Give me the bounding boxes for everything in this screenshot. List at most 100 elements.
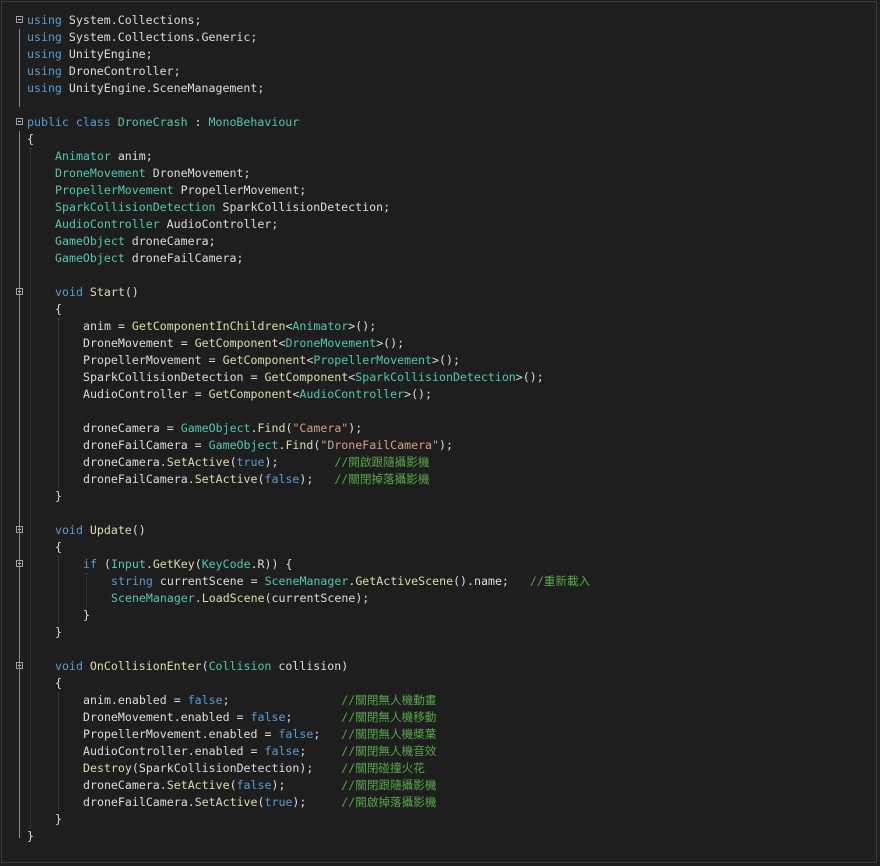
code-line[interactable]: } [0,828,880,845]
code-token: ); [439,438,453,452]
code-token: ( [257,472,265,486]
code-line[interactable]: string currentScene = SceneManager.GetAc… [0,573,880,590]
code-line[interactable] [0,403,880,420]
code-line[interactable]: anim.enabled = false; //關閉無人機動畫 [0,692,880,709]
code-token: droneFailCamera. [83,795,195,809]
code-token: >(); [432,353,460,367]
code-line[interactable]: Animator anim; [0,148,880,165]
code-token: MonoBehaviour [208,115,300,129]
code-token: Animator [55,149,111,163]
code-line[interactable]: using DroneController; [0,63,880,80]
code-token: //關閉無人機音效 [341,744,437,758]
code-line[interactable]: if (Input.GetKey(KeyCode.R)) { [0,556,880,573]
code-line[interactable]: { [0,539,880,556]
code-token: ; [285,710,342,724]
code-line[interactable]: } [0,488,880,505]
code-line[interactable]: droneCamera.SetActive(true); //開啟跟隨攝影機 [0,454,880,471]
code-line[interactable]: SparkCollisionDetection = GetComponent<S… [0,369,880,386]
code-line[interactable] [0,267,880,284]
code-line[interactable]: } [0,624,880,641]
code-text: DroneMovement.enabled = false; //關閉無人機移動 [83,709,436,726]
code-token: >(); [515,370,544,384]
code-token: SetActive [166,778,230,792]
code-line[interactable]: { [0,301,880,318]
code-line[interactable]: DroneMovement = GetComponent<DroneMoveme… [0,335,880,352]
code-line[interactable]: void OnCollisionEnter(Collision collisio… [0,658,880,675]
code-token: >(); [348,319,377,333]
code-line[interactable]: } [0,607,880,624]
code-text: } [55,488,62,505]
code-line[interactable]: DroneMovement.enabled = false; //關閉無人機移動 [0,709,880,726]
code-token: () [124,285,139,299]
code-line[interactable]: PropellerMovement PropellerMovement; [0,182,880,199]
code-token: SetActive [194,795,258,809]
code-token: AudioController; [159,217,279,231]
code-line[interactable]: SceneManager.LoadScene(currentScene); [0,590,880,607]
code-line[interactable]: droneCamera.SetActive(false); //關閉跟隨攝影機 [0,777,880,794]
code-line[interactable]: GameObject droneCamera; [0,233,880,250]
code-token: GameObject [180,421,251,435]
outlining-bar [19,301,20,498]
code-token: collision) [271,659,349,673]
code-line[interactable]: Destroy(SparkCollisionDetection); //關閉碰撞… [0,760,880,777]
code-line[interactable]: AudioController AudioController; [0,216,880,233]
code-token: . [194,591,202,605]
code-text: Animator anim; [55,148,153,165]
code-line[interactable]: void Update() [0,522,880,539]
code-text: droneFailCamera = GameObject.Find("Drone… [83,437,453,454]
code-line[interactable]: using UnityEngine; [0,46,880,63]
code-token: UnityEngine.SceneManagement; [61,81,265,95]
code-line[interactable] [0,641,880,658]
code-text: public class DroneCrash : MonoBehaviour [27,114,299,131]
collapse-icon[interactable] [16,118,23,125]
code-text: droneFailCamera.SetActive(true); //開啟掉落攝… [83,794,436,811]
code-editor[interactable]: using System.Collections; using System.Co… [0,12,880,845]
code-line[interactable]: using System.Collections.Generic; [0,29,880,46]
code-token: { [55,302,62,316]
code-line[interactable]: public class DroneCrash : MonoBehaviour [0,114,880,131]
code-token: GameObject [55,251,125,265]
collapse-icon[interactable] [16,16,23,23]
code-text: } [27,828,34,845]
code-line[interactable]: PropellerMovement.enabled = false; //關閉無… [0,726,880,743]
code-text: using DroneController; [27,63,181,80]
code-text: } [83,607,90,624]
code-text: using System.Collections.Generic; [27,29,257,46]
code-line[interactable]: anim = GetComponentInChildren<Animator>(… [0,318,880,335]
code-line[interactable]: } [0,811,880,828]
code-line[interactable]: DroneMovement DroneMovement; [0,165,880,182]
code-token: PropellerMovement; [173,183,307,197]
code-token: false [264,744,300,758]
code-line[interactable] [0,97,880,114]
code-text: DroneMovement = GetComponent<DroneMoveme… [83,335,404,352]
code-line[interactable]: AudioController.enabled = false; //關閉無人機… [0,743,880,760]
code-token: System.Collections; [61,13,202,27]
code-text: droneCamera.SetActive(true); //開啟跟隨攝影機 [83,454,429,471]
code-line[interactable]: void Start() [0,284,880,301]
code-line[interactable]: droneFailCamera.SetActive(true); //開啟掉落攝… [0,794,880,811]
code-line[interactable]: SparkCollisionDetection SparkCollisionDe… [0,199,880,216]
code-line[interactable]: AudioController = GetComponent<AudioCont… [0,386,880,403]
code-line[interactable]: PropellerMovement = GetComponent<Propell… [0,352,880,369]
code-line[interactable]: using System.Collections; [0,12,880,29]
code-text: AudioController.enabled = false; //關閉無人機… [83,743,436,760]
code-text: void Update() [55,522,146,539]
code-token: false [278,727,314,741]
code-token: SetActive [166,455,230,469]
code-line[interactable]: droneCamera = GameObject.Find("Camera"); [0,420,880,437]
code-line[interactable] [0,505,880,522]
code-token: false [264,472,300,486]
code-line[interactable]: { [0,131,880,148]
code-token: currentScene = [159,574,265,588]
code-token: System.Collections.Generic; [61,30,258,44]
code-line[interactable]: using UnityEngine.SceneManagement; [0,80,880,97]
code-line[interactable]: droneFailCamera.SetActive(false); //關閉掉落… [0,471,880,488]
code-token: //開啟跟隨攝影機 [334,455,430,469]
code-token: droneFailCamera = [83,438,209,452]
code-token: public class [27,115,118,129]
code-token: AudioController [299,387,405,401]
code-line[interactable]: droneFailCamera = GameObject.Find("Drone… [0,437,880,454]
code-line[interactable]: GameObject droneFailCamera; [0,250,880,267]
code-line[interactable]: { [0,675,880,692]
code-token: if [83,557,97,571]
